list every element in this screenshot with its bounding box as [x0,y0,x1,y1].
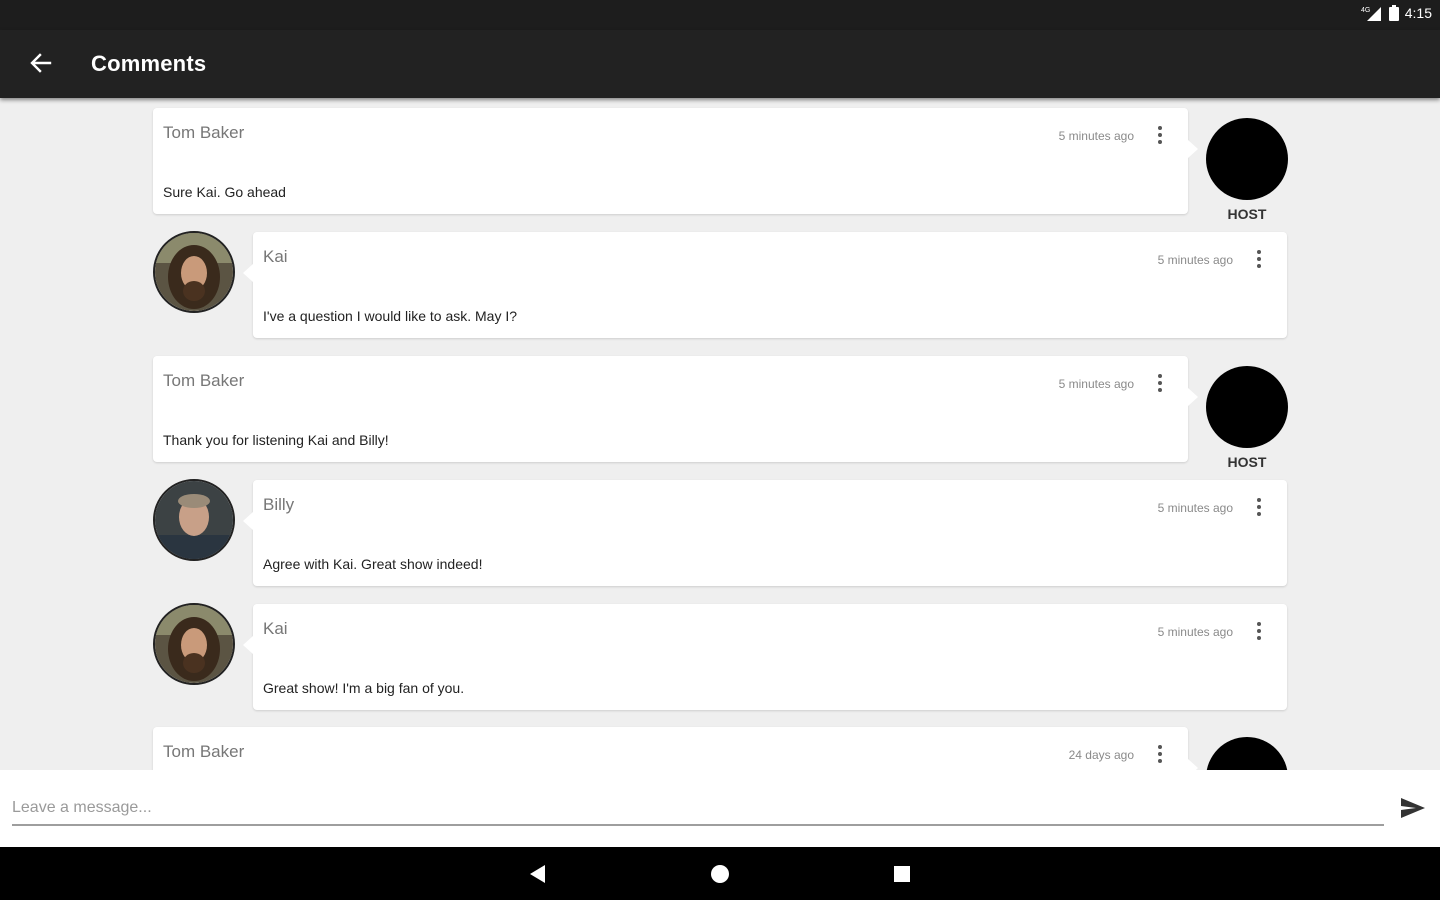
status-time: 4:15 [1404,5,1432,21]
send-button[interactable] [1398,794,1428,822]
nav-back-icon [530,865,545,883]
message-input[interactable] [12,792,1384,826]
app-bar: Comments [0,30,1440,98]
comment-timestamp: 5 minutes ago [1058,129,1134,143]
arrow-left-icon [30,52,52,78]
back-button[interactable] [24,50,58,80]
comment-timestamp: 24 days ago [1068,748,1134,762]
comment-item: Tom Baker 24 days ago [0,727,1440,770]
comment-timestamp: 5 minutes ago [1157,253,1233,267]
avatar-billy[interactable] [153,479,235,561]
comment-author: Tom Baker [163,742,245,761]
more-vert-icon [1257,498,1261,516]
comment-item: Kai 5 minutes ago I've a question I woul… [0,231,1440,338]
comment-bubble: Tom Baker 5 minutes ago Sure Kai. Go ahe… [153,108,1198,214]
host-badge: HOST [1227,454,1267,470]
comment-author: Billy [263,495,295,514]
comment-author: Tom Baker [163,371,245,390]
comment-item: Tom Baker 5 minutes ago Sure Kai. Go ahe… [0,108,1440,222]
comment-timestamp: 5 minutes ago [1157,501,1233,515]
comment-text: Thank you for listening Kai and Billy! [163,432,389,448]
more-vert-icon [1158,126,1162,144]
comment-item: Billy 5 minutes ago Agree with Kai. Grea… [0,479,1440,586]
comment-text: Sure Kai. Go ahead [163,184,286,200]
comment-text: I've a question I would like to ask. May… [263,308,518,324]
comment-timestamp: 5 minutes ago [1157,625,1233,639]
comment-timestamp: 5 minutes ago [1058,377,1134,391]
host-avatar[interactable] [1206,118,1288,200]
svg-text:4G: 4G [1361,7,1370,14]
nav-back-button[interactable] [523,859,553,889]
comment-author: Kai [263,619,288,638]
comment-menu-button[interactable] [1249,620,1269,642]
comment-bubble: Kai 5 minutes ago I've a question I woul… [243,232,1287,338]
comment-text: Great show! I'm a big fan of you. [263,680,465,696]
host-avatar[interactable] [1206,366,1288,448]
comment-menu-button[interactable] [1150,124,1170,146]
more-vert-icon [1158,374,1162,392]
status-bar: 4G 4:15 [0,0,1440,30]
signal-icon: 4G [1361,5,1383,21]
nav-home-icon [711,865,729,883]
comment-bubble: Kai 5 minutes ago Great show! I'm a big … [243,604,1287,710]
avatar-kai[interactable] [153,231,235,313]
comment-menu-button[interactable] [1249,496,1269,518]
comment-author: Kai [263,247,288,266]
comment-author: Tom Baker [163,123,245,142]
system-nav-bar [0,847,1440,900]
nav-recents-icon [894,866,910,882]
comment-bubble: Tom Baker 5 minutes ago Thank you for li… [153,356,1198,462]
status-icons: 4G 4:15 [1361,5,1432,21]
more-vert-icon [1158,745,1162,763]
host-badge: HOST [1227,206,1267,222]
comment-bubble: Tom Baker 24 days ago [153,727,1198,770]
nav-recents-button[interactable] [887,859,917,889]
composer-bar [0,770,1440,847]
more-vert-icon [1257,622,1261,640]
comment-bubble: Billy 5 minutes ago Agree with Kai. Grea… [243,480,1287,586]
host-avatar[interactable] [1206,737,1288,770]
comment-menu-button[interactable] [1249,248,1269,270]
send-icon [1401,798,1425,818]
comment-item: Kai 5 minutes ago Great show! I'm a big … [0,603,1440,710]
page-title: Comments [91,51,207,76]
comments-list[interactable]: Tom Baker 5 minutes ago Sure Kai. Go ahe… [0,98,1440,770]
comment-item: Tom Baker 5 minutes ago Thank you for li… [0,356,1440,470]
more-vert-icon [1257,250,1261,268]
avatar-kai[interactable] [153,603,235,685]
nav-home-button[interactable] [705,859,735,889]
comment-menu-button[interactable] [1150,743,1170,765]
comment-text: Agree with Kai. Great show indeed! [263,556,483,572]
battery-icon [1388,5,1399,21]
comment-menu-button[interactable] [1150,372,1170,394]
